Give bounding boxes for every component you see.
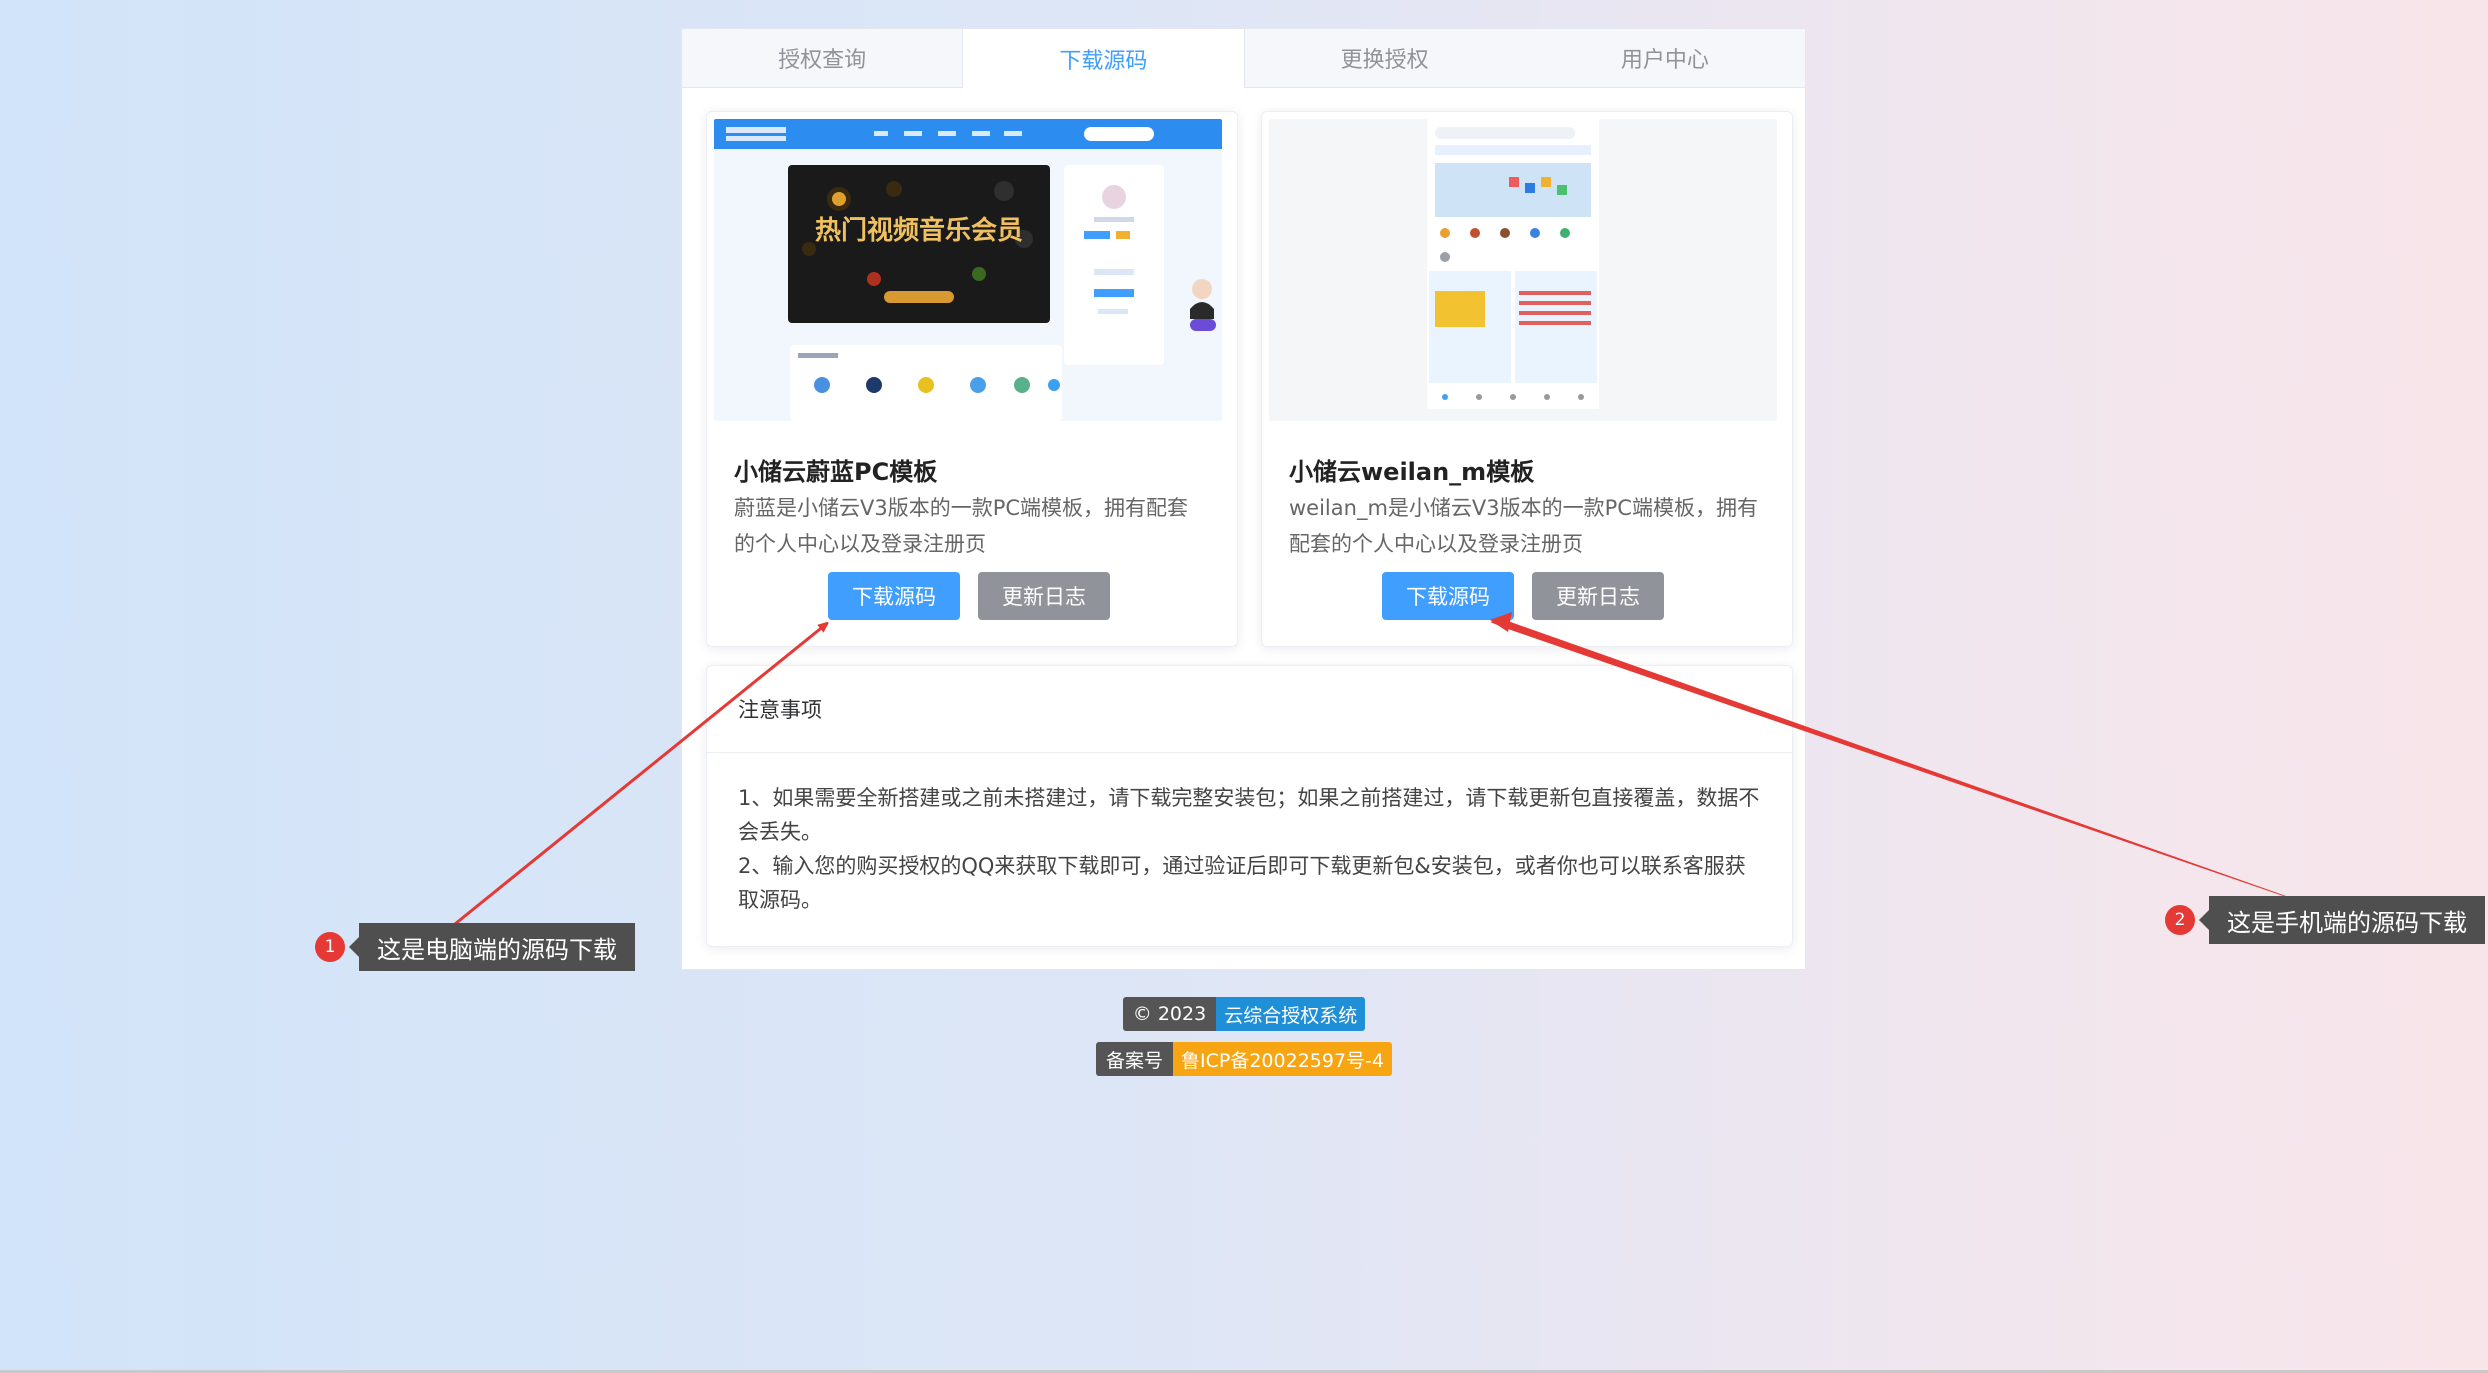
- tab-change-license[interactable]: 更换授权: [1245, 29, 1525, 87]
- mobile-template-title: 小储云weilan_m模板: [1289, 458, 1535, 486]
- annotation-callout-1: 1 这是电脑端的源码下载: [315, 923, 635, 971]
- annotation-number-2: 2: [2165, 905, 2195, 935]
- mobile-changelog-button[interactable]: 更新日志: [1532, 572, 1664, 620]
- notice-card: 注意事项 1、如果需要全新搭建或之前未搭建过，请下载完整安装包；如果之前搭建过，…: [706, 665, 1793, 947]
- icp-number-link[interactable]: 鲁ICP备20022597号-4: [1173, 1042, 1392, 1076]
- pc-changelog-button[interactable]: 更新日志: [978, 572, 1110, 620]
- template-card-mobile: 小储云weilan_m模板 weilan_m是小储云V3版本的一款PC端模板，拥…: [1261, 111, 1793, 647]
- notice-line-2: 2、输入您的购买授权的QQ来获取下载即可，通过验证后即可下载更新包&安装包，或者…: [738, 854, 1746, 912]
- tab-bar: 授权查询 下载源码 更换授权 用户中心: [682, 29, 1805, 88]
- tab-download-source[interactable]: 下载源码: [962, 29, 1245, 88]
- pc-download-source-button[interactable]: 下载源码: [828, 572, 960, 620]
- copyright-badge: © 2023 云综合授权系统: [1122, 997, 1366, 1031]
- annotation-callout-2: 2 这是手机端的源码下载: [2165, 896, 2485, 944]
- notice-title: 注意事项: [707, 666, 1792, 753]
- copyright-site-name[interactable]: 云综合授权系统: [1216, 997, 1366, 1031]
- annotation-text-1: 这是电脑端的源码下载: [349, 923, 635, 971]
- copyright-year: © 2023: [1122, 997, 1217, 1031]
- tab-user-center[interactable]: 用户中心: [1525, 29, 1805, 87]
- notice-body: 1、如果需要全新搭建或之前未搭建过，请下载完整安装包；如果之前搭建过，请下载更新…: [707, 753, 1792, 917]
- mobile-download-source-button[interactable]: 下载源码: [1382, 572, 1514, 620]
- annotation-text-2: 这是手机端的源码下载: [2199, 896, 2485, 944]
- annotation-number-1: 1: [315, 932, 345, 962]
- preview-banner-text: 热门视频音乐会员: [815, 215, 1023, 245]
- notice-line-1: 1、如果需要全新搭建或之前未搭建过，请下载完整安装包；如果之前搭建过，请下载更新…: [738, 786, 1760, 844]
- mobile-template-preview-image: [1269, 119, 1777, 421]
- pc-template-description: 蔚蓝是小储云V3版本的一款PC端模板，拥有配套的个人中心以及登录注册页: [734, 496, 1189, 556]
- icp-badge: 备案号 鲁ICP备20022597号-4: [1096, 1042, 1392, 1076]
- footer-copyright: © 2023 云综合授权系统: [0, 997, 2488, 1031]
- footer-icp: 备案号 鲁ICP备20022597号-4: [0, 1042, 2488, 1076]
- tab-license-query[interactable]: 授权查询: [682, 29, 962, 87]
- main-panel: 授权查询 下载源码 更换授权 用户中心 热门视频音乐会员 小储云蔚蓝PC模板 蔚…: [681, 28, 1806, 970]
- pc-template-preview-image: 热门视频音乐会员: [714, 119, 1222, 421]
- template-card-pc: 热门视频音乐会员 小储云蔚蓝PC模板 蔚蓝是小储云V3版本的一款PC端模板，拥有…: [706, 111, 1238, 647]
- mobile-template-description: weilan_m是小储云V3版本的一款PC端模板，拥有配套的个人中心以及登录注册…: [1289, 496, 1758, 556]
- icp-label: 备案号: [1096, 1042, 1174, 1076]
- pc-template-title: 小储云蔚蓝PC模板: [734, 458, 938, 486]
